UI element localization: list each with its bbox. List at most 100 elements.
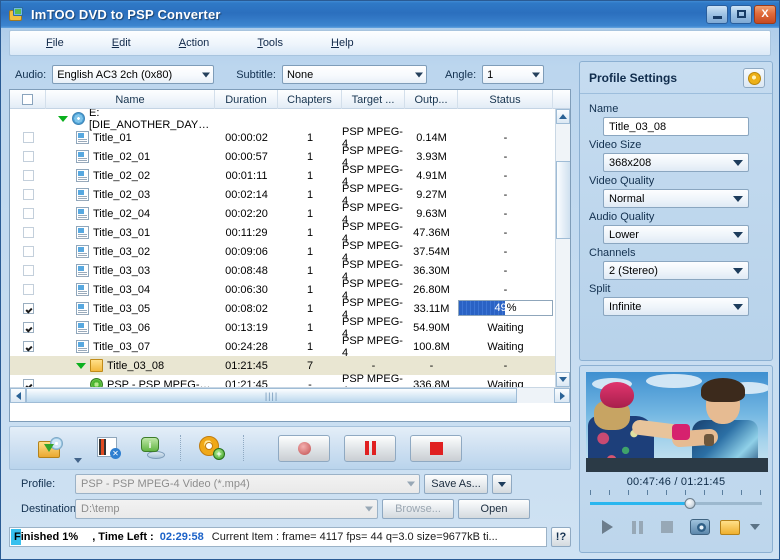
row-checkbox-cell[interactable] (10, 147, 46, 166)
seek-handle[interactable] (684, 498, 696, 509)
row-name-cell[interactable]: E:[DIE_ANOTHER_DAY… (46, 109, 215, 131)
header-chapters[interactable]: Chapters (278, 90, 342, 109)
checkbox-icon[interactable] (22, 322, 34, 333)
minimize-button[interactable] (706, 5, 728, 24)
horizontal-scroll-thumb[interactable]: |||| (26, 388, 518, 403)
field-audio-quality[interactable]: Lower (603, 225, 749, 244)
table-row[interactable]: Title_03_01 00:11:29 1 PSP MPEG-4 47.36M - (10, 221, 570, 245)
table-row[interactable]: Title_03_05 00:08:02 1 PSP MPEG-4 33.11M 49% (10, 297, 570, 321)
row-checkbox-cell[interactable] (10, 280, 46, 299)
menu-action[interactable]: Action (171, 34, 218, 52)
scroll-up-button[interactable] (556, 109, 570, 124)
row-checkbox-cell[interactable] (10, 166, 46, 185)
pause-button[interactable] (344, 434, 396, 462)
header-name[interactable]: Name (46, 90, 215, 109)
row-checkbox-cell[interactable] (10, 318, 46, 337)
row-checkbox-cell[interactable] (10, 185, 46, 204)
item-info-button[interactable]: i (136, 432, 170, 464)
row-checkbox-cell[interactable] (10, 128, 46, 147)
checkbox-icon[interactable] (22, 303, 34, 314)
row-checkbox-cell[interactable] (10, 204, 46, 223)
row-checkbox-cell[interactable] (10, 109, 46, 128)
status-help-button[interactable]: !? (551, 527, 571, 547)
checkbox-icon[interactable] (22, 246, 34, 257)
row-name-cell[interactable]: Title_03_01 (46, 223, 215, 242)
table-row[interactable]: Title_03_02 00:09:06 1 PSP MPEG-4 37.54M - (10, 240, 570, 264)
table-row[interactable]: Title_02_01 00:00:57 1 PSP MPEG-4 3.93M - (10, 145, 570, 169)
table-row[interactable]: Title_03_04 00:06:30 1 PSP MPEG-4 26.80M - (10, 278, 570, 302)
checkbox-icon[interactable] (22, 94, 33, 105)
close-button[interactable]: X (754, 5, 776, 24)
snapshot-folder-dropdown-icon[interactable] (750, 524, 760, 530)
table-row[interactable]: Title_02_02 00:01:11 1 PSP MPEG-4 4.91M - (10, 164, 570, 188)
seek-track[interactable] (590, 502, 762, 505)
scroll-down-button[interactable] (556, 372, 570, 387)
table-row[interactable]: Title_03_06 00:13:19 1 PSP MPEG-4 54.90M Wait… (10, 316, 570, 340)
table-row[interactable]: Title_02_04 00:02:20 1 PSP MPEG-4 9.63M - (10, 202, 570, 226)
checkbox-icon[interactable] (22, 227, 34, 238)
row-name-cell[interactable]: Title_01 (46, 128, 215, 147)
header-output[interactable]: Outp... (405, 90, 458, 109)
header-select-all[interactable] (10, 90, 46, 109)
row-name-cell[interactable]: Title_02_02 (46, 166, 215, 185)
profile-options-dropdown-button[interactable] (492, 474, 512, 494)
table-row[interactable]: Title_02_03 00:02:14 1 PSP MPEG-4 9.27M - (10, 183, 570, 207)
remove-item-button[interactable]: ✕ (92, 432, 126, 464)
browse-button[interactable]: Browse... (382, 499, 454, 519)
row-name-cell[interactable]: Title_03_03 (46, 261, 215, 280)
header-duration[interactable]: Duration (215, 90, 278, 109)
field-name[interactable]: Title_03_08 (603, 117, 749, 136)
preview-stop-button[interactable] (652, 517, 682, 537)
vertical-scroll-thumb[interactable] (556, 161, 570, 239)
field-channels[interactable]: 2 (Stereo) (603, 261, 749, 280)
menu-edit[interactable]: Edit (104, 34, 139, 52)
checkbox-icon[interactable] (22, 284, 34, 295)
add-dvd-folder-button[interactable] (34, 432, 68, 464)
expander-triangle-icon[interactable] (58, 115, 68, 122)
scroll-right-button[interactable] (554, 388, 570, 403)
row-name-cell[interactable]: Title_02_04 (46, 204, 215, 223)
open-button[interactable]: Open (458, 499, 530, 519)
checkbox-icon[interactable] (22, 189, 34, 200)
add-profile-button[interactable]: + (195, 432, 229, 464)
preview-seek-slider[interactable] (590, 498, 762, 509)
checkbox-icon[interactable] (22, 265, 34, 276)
list-horizontal-scrollbar[interactable]: |||| (10, 387, 570, 403)
list-vertical-scrollbar[interactable] (555, 109, 570, 403)
table-row[interactable]: Title_01 00:00:02 1 PSP MPEG-4 0.14M - (10, 126, 570, 150)
table-row[interactable]: Title_03_07 00:24:28 1 PSP MPEG-4 100.8M Wait… (10, 335, 570, 359)
checkbox-icon[interactable] (22, 151, 34, 162)
angle-select[interactable]: 1 (482, 65, 545, 84)
table-row[interactable]: Title_03_03 00:08:48 1 PSP MPEG-4 36.30M - (10, 259, 570, 283)
checkbox-icon[interactable] (22, 208, 34, 219)
row-checkbox-cell[interactable] (10, 337, 46, 356)
stop-button[interactable] (410, 434, 462, 462)
row-checkbox-cell[interactable] (10, 261, 46, 280)
encode-button[interactable] (278, 434, 330, 462)
menu-tools[interactable]: Tools (249, 34, 291, 52)
maximize-button[interactable] (730, 5, 752, 24)
subtitle-select[interactable]: None (281, 65, 427, 84)
row-checkbox-cell[interactable] (10, 223, 46, 242)
row-name-cell[interactable]: Title_03_05 (46, 299, 215, 318)
snapshot-button[interactable] (685, 517, 715, 537)
row-name-cell[interactable]: Title_03_07 (46, 337, 215, 356)
profile-settings-gear-button[interactable] (743, 68, 765, 88)
row-checkbox-cell[interactable] (10, 356, 46, 375)
audio-select[interactable]: English AC3 2ch (0x80) (52, 65, 215, 84)
header-target[interactable]: Target ... (342, 90, 405, 109)
checkbox-icon[interactable] (22, 132, 34, 143)
horizontal-scroll-track[interactable]: |||| (26, 388, 554, 403)
table-row[interactable]: Title_03_08 01:21:45 7- - - (10, 356, 570, 375)
row-name-cell[interactable]: Title_02_03 (46, 185, 215, 204)
row-name-cell[interactable]: Title_03_06 (46, 318, 215, 337)
menu-help[interactable]: Help (323, 34, 362, 52)
table-row[interactable]: E:[DIE_ANOTHER_DAY… (10, 109, 570, 131)
preview-pause-button[interactable] (622, 517, 652, 537)
scroll-left-button[interactable] (10, 388, 26, 403)
row-name-cell[interactable]: Title_03_08 (46, 356, 215, 375)
expander-triangle-icon[interactable] (76, 362, 86, 369)
checkbox-icon[interactable] (22, 170, 34, 181)
menu-file[interactable]: File (38, 34, 72, 52)
row-name-cell[interactable]: Title_02_01 (46, 147, 215, 166)
